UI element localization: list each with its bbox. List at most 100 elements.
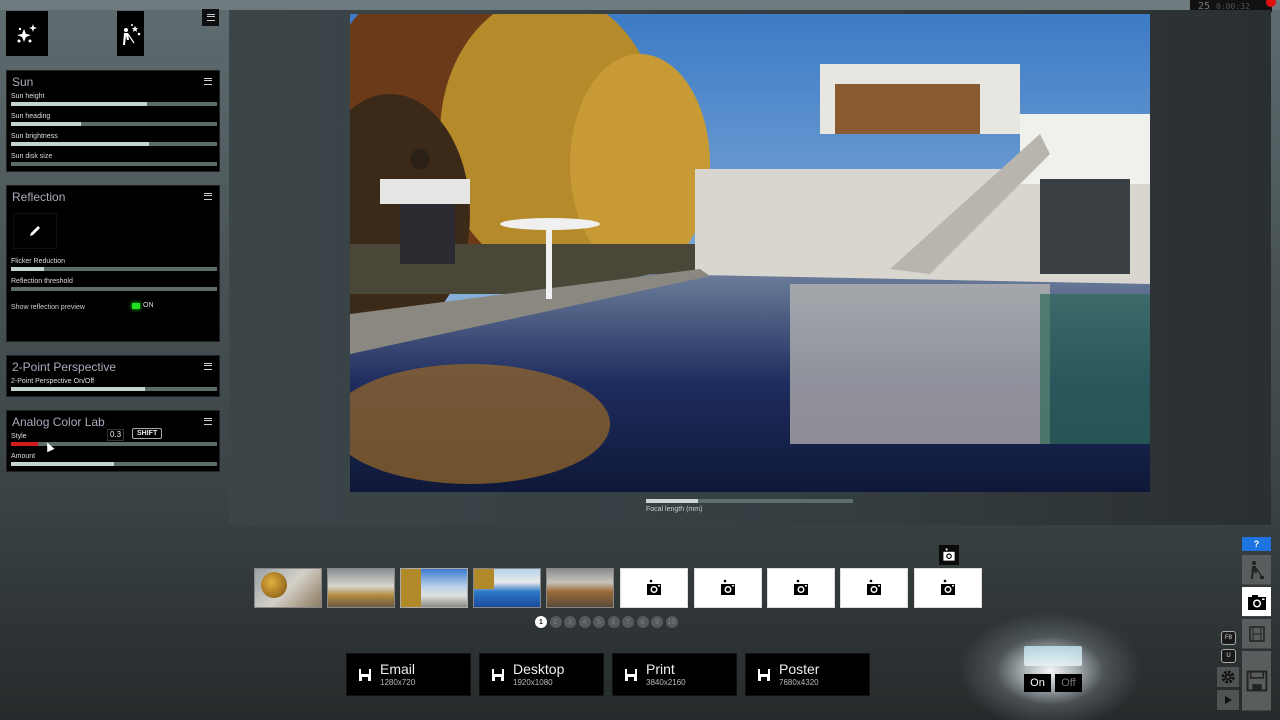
export-poster-button[interactable]: Poster 7680x4320 [745, 653, 870, 696]
reflection-threshold-label: Reflection threshold [11, 278, 73, 285]
flicker-reduction-slider[interactable] [11, 267, 217, 271]
play-button[interactable] [1217, 690, 1239, 710]
empty-slot-4[interactable] [840, 568, 908, 608]
focal-length-slider[interactable] [646, 499, 853, 503]
perspective-panel-menu-button[interactable] [204, 363, 212, 370]
effects-tool-button[interactable] [6, 11, 48, 56]
page-dot-3[interactable]: 3 [564, 616, 576, 628]
shift-button[interactable]: SHIFT [132, 428, 163, 439]
sweeper-icon [122, 23, 140, 45]
page-dot-6[interactable]: 6 [607, 616, 620, 628]
page-dot-5[interactable]: 5 [593, 616, 605, 628]
light-off-button[interactable]: Off [1055, 674, 1082, 692]
amount-slider[interactable] [11, 462, 217, 466]
color-lab-panel-menu-button[interactable] [204, 418, 212, 425]
hamburger-icon [204, 193, 212, 200]
export-print-button[interactable]: Print 3840x2160 [612, 653, 737, 696]
thumbnail-3[interactable] [400, 568, 468, 608]
camera-icon [647, 579, 661, 595]
sun-heading-slider[interactable] [11, 122, 217, 126]
empty-slot-5[interactable] [914, 568, 982, 608]
sun-disk-size-slider[interactable] [11, 162, 217, 166]
sun-disk-size-label: Sun disk size [11, 153, 53, 160]
page-dot-4[interactable]: 4 [578, 616, 591, 628]
page-dot-2[interactable]: 2 [549, 616, 562, 628]
light-on-button[interactable]: On [1024, 674, 1051, 692]
sun-panel: Sun Sun height Sun heading Sun brightnes… [6, 70, 220, 172]
main-menu-button[interactable] [202, 9, 219, 26]
reflection-panel: Reflection Flicker Reduction Reflection … [6, 185, 220, 342]
toggle-state: ON [143, 302, 154, 309]
thumbnail-5[interactable] [546, 568, 614, 608]
thumbnail-pager: 1 2 3 4 5 6 7 8 9 10 [535, 616, 678, 628]
export-resolution: 1920x1080 [513, 678, 553, 687]
amount-label: Amount [11, 453, 36, 460]
export-desktop-button[interactable]: Desktop 1920x1080 [479, 653, 604, 696]
thumbnail-image [401, 569, 421, 607]
page-dot-9[interactable]: 9 [651, 616, 663, 628]
thumbnail-1[interactable] [254, 568, 322, 608]
empty-slot-3[interactable] [767, 568, 835, 608]
help-button[interactable]: ? [1242, 537, 1271, 551]
camera-icon [1247, 594, 1266, 610]
edit-reflection-button[interactable] [13, 213, 57, 249]
reflection-panel-menu-button[interactable] [204, 193, 212, 200]
perspective-slider[interactable] [11, 387, 217, 391]
hamburger-icon [204, 418, 212, 425]
dock-film-button[interactable] [1242, 619, 1271, 649]
sun-heading-label: Sun heading [11, 113, 51, 120]
page-dot-10[interactable]: 10 [665, 616, 678, 628]
pencil-icon [30, 226, 40, 236]
page-dot-1[interactable]: 1 [535, 616, 547, 628]
page-dot-7[interactable]: 7 [622, 616, 634, 628]
thumbnail-2[interactable] [327, 568, 395, 608]
export-email-button[interactable]: Email 1280x720 [346, 653, 471, 696]
settings-button[interactable] [1217, 667, 1239, 687]
dock-camera-button[interactable] [1242, 587, 1271, 617]
style-value: 0.3 [107, 429, 125, 441]
page-dot-8[interactable]: 8 [636, 616, 649, 628]
film-strip-icon [1248, 625, 1265, 642]
flicker-reduction-label: Flicker Reduction [11, 258, 66, 265]
dock-cleanup-button[interactable] [1242, 555, 1271, 585]
sun-panel-menu-button[interactable] [204, 78, 212, 85]
floppy-disk-icon [359, 669, 371, 681]
key-f8-button[interactable]: F8 [1221, 631, 1236, 645]
export-name: Desktop [513, 661, 565, 677]
floppy-disk-icon [758, 669, 770, 681]
empty-slot-2[interactable] [694, 568, 762, 608]
style-slider[interactable] [11, 442, 217, 446]
focal-length-label: Focal length (mm) [646, 506, 703, 513]
thumbnail-image [474, 569, 494, 589]
lamp-icon [1024, 646, 1082, 666]
style-label: Style [11, 433, 27, 440]
led-on-icon [132, 302, 140, 309]
key-u-button[interactable]: U [1221, 649, 1236, 663]
floppy-disk-icon [625, 669, 637, 681]
camera-icon [721, 579, 735, 595]
hamburger-icon [204, 363, 212, 370]
panel-title: Sun [12, 75, 34, 89]
export-resolution: 3840x2160 [646, 678, 686, 687]
export-resolution: 7680x4320 [779, 678, 819, 687]
thumbnail-4[interactable] [473, 568, 541, 608]
camera-icon [943, 548, 955, 561]
hamburger-icon [206, 14, 215, 21]
render-preview[interactable] [350, 14, 1150, 492]
export-resolution: 1280x720 [380, 678, 416, 687]
reflection-preview-label: Show reflection preview [11, 304, 85, 311]
empty-slot-1[interactable] [620, 568, 688, 608]
panel-title: Analog Color Lab [12, 415, 105, 429]
sun-height-label: Sun height [11, 93, 45, 100]
reflection-threshold-slider[interactable] [11, 287, 217, 291]
dock-save-button[interactable] [1242, 651, 1271, 711]
take-snapshot-button[interactable] [939, 545, 959, 565]
reflection-preview-toggle[interactable]: ON [132, 302, 154, 309]
cleanup-tool-button[interactable] [117, 11, 144, 56]
camera-icon [941, 579, 955, 595]
sun-height-slider[interactable] [11, 102, 217, 106]
sun-brightness-slider[interactable] [11, 142, 217, 146]
sweeper-icon [1250, 560, 1264, 579]
perspective-panel: 2-Point Perspective 2-Point Perspective … [6, 355, 220, 397]
sun-brightness-label: Sun brightness [11, 133, 58, 140]
